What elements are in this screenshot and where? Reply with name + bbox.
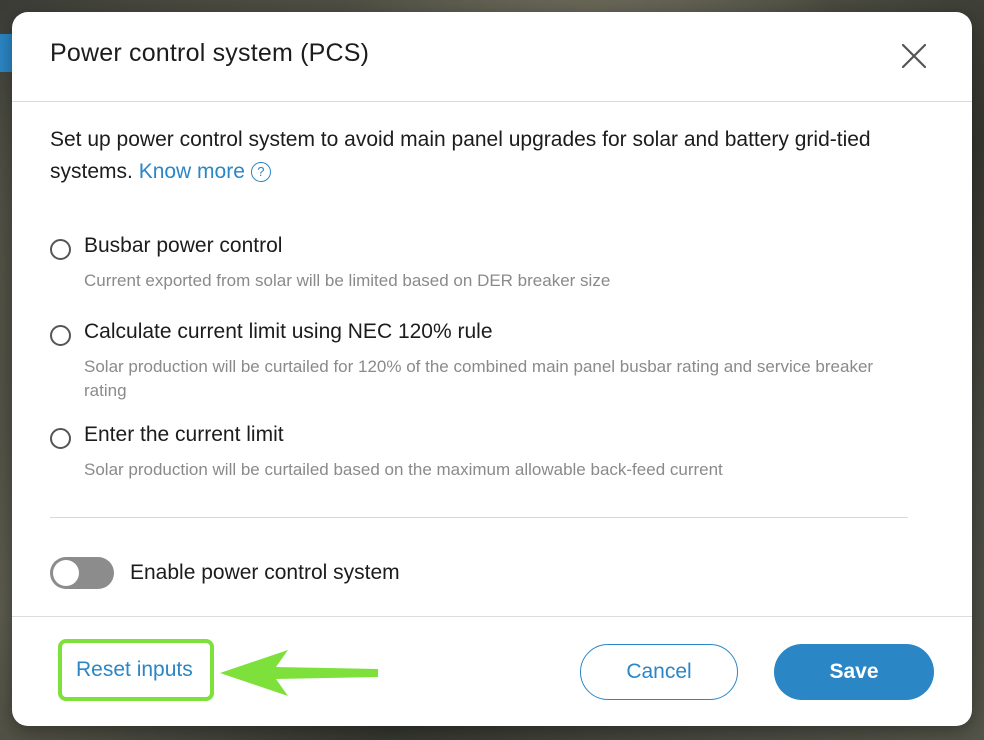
- option-label: Calculate current limit using NEC 120% r…: [84, 320, 493, 343]
- option-description: Solar production will be curtailed for 1…: [84, 357, 874, 400]
- dialog-title: Power control system (PCS): [50, 39, 370, 67]
- save-button[interactable]: Save: [774, 644, 934, 700]
- pcs-dialog: Power control system (PCS) Set up power …: [12, 12, 972, 726]
- option-enter-current-limit[interactable]: Enter the current limit Solar production…: [50, 423, 910, 483]
- radio-nec-120-rule[interactable]: [50, 325, 71, 346]
- help-icon[interactable]: ?: [250, 162, 271, 182]
- enable-pcs-toggle[interactable]: [50, 557, 114, 589]
- dialog-description: Set up power control system to avoid mai…: [50, 124, 910, 188]
- option-description: Current exported from solar will be limi…: [84, 271, 611, 290]
- radio-busbar-power-control[interactable]: [50, 239, 71, 260]
- cancel-button[interactable]: Cancel: [580, 644, 738, 700]
- close-icon[interactable]: [898, 40, 930, 72]
- section-divider: [50, 517, 908, 518]
- option-label: Busbar power control: [84, 234, 283, 257]
- option-nec-120-rule[interactable]: Calculate current limit using NEC 120% r…: [50, 320, 910, 400]
- toggle-knob: [53, 560, 79, 586]
- toggle-label: Enable power control system: [130, 561, 400, 584]
- radio-enter-current-limit[interactable]: [50, 428, 71, 449]
- reset-inputs-link[interactable]: Reset inputs: [76, 658, 193, 682]
- option-label: Enter the current limit: [84, 423, 284, 446]
- dialog-header: Power control system (PCS): [12, 12, 972, 102]
- option-description: Solar production will be curtailed based…: [84, 460, 723, 479]
- annotation-arrow-icon: [220, 650, 378, 696]
- know-more-link[interactable]: Know more: [139, 160, 245, 183]
- option-busbar-power-control[interactable]: Busbar power control Current exported fr…: [50, 234, 910, 294]
